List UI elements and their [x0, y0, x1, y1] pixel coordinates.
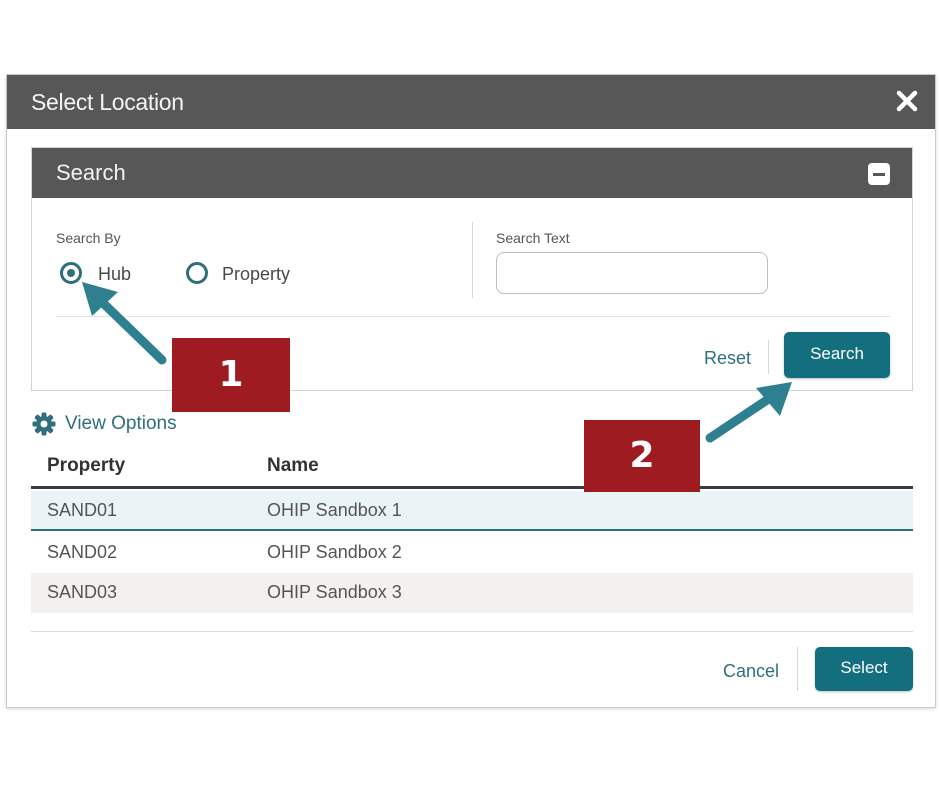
gear-icon [32, 412, 56, 436]
cell-property: SAND01 [47, 500, 118, 520]
search-text-label: Search Text [496, 230, 570, 246]
close-button[interactable] [893, 87, 921, 115]
cell-name: OHIP Sandbox 1 [267, 500, 402, 520]
annotation-badge-2: 2 [584, 420, 700, 492]
dialog-title: Select Location [31, 89, 184, 115]
cancel-link[interactable]: Cancel [723, 661, 779, 682]
radio-property-label[interactable]: Property [222, 264, 290, 285]
search-text-input[interactable] [496, 252, 768, 294]
table-header: Property Name [31, 447, 913, 489]
cell-name: OHIP Sandbox 2 [267, 542, 402, 562]
collapse-button[interactable] [868, 163, 890, 185]
table-row[interactable]: SAND02 OHIP Sandbox 2 [31, 533, 913, 573]
select-button[interactable]: Select [815, 647, 913, 691]
reset-link[interactable]: Reset [704, 348, 751, 369]
field-divider [472, 222, 473, 298]
column-header-name[interactable]: Name [267, 455, 319, 477]
cell-name: OHIP Sandbox 3 [267, 582, 402, 602]
view-options-label[interactable]: View Options [65, 413, 177, 435]
table-row[interactable]: SAND03 OHIP Sandbox 3 [31, 573, 913, 613]
footer-divider [797, 647, 798, 691]
close-icon [896, 90, 918, 112]
table-row[interactable]: SAND01 OHIP Sandbox 1 [31, 491, 913, 531]
footer-separator [31, 631, 913, 632]
search-panel-header: Search [32, 148, 912, 198]
dialog-titlebar: Select Location [7, 75, 935, 129]
cell-property: SAND02 [47, 542, 118, 562]
column-header-property[interactable]: Property [47, 455, 125, 477]
cell-property: SAND03 [47, 582, 118, 602]
annotation-badge-1: 1 [172, 338, 290, 412]
search-panel-title: Search [56, 160, 126, 185]
search-by-label: Search By [56, 230, 121, 246]
reset-divider [768, 340, 769, 374]
annotation-arrow-2 [705, 382, 792, 443]
